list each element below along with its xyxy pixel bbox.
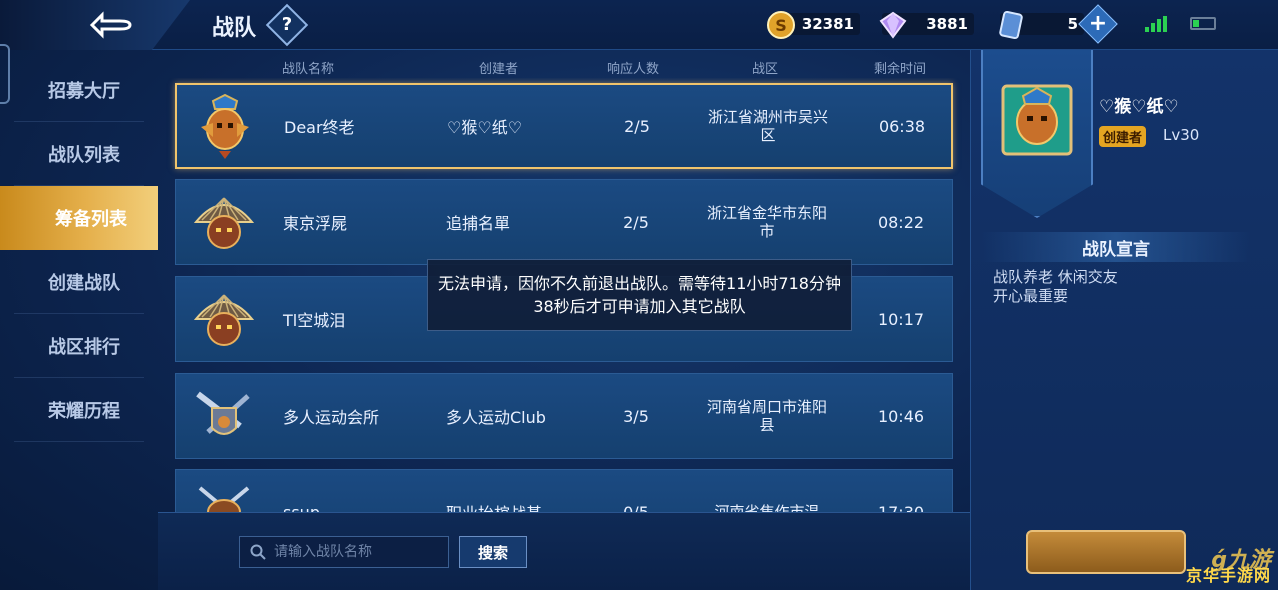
team-name: ssup [283,502,320,513]
team-region: 浙江省金华市东阳市 [706,204,827,240]
crossed-swords-emblem-icon [198,486,250,512]
team-name: 多人运动会所 [283,408,380,427]
table-header: 战队名称 创建者 响应人数 战区 剩余时间 [175,56,953,78]
column-header-time: 剩余时间 [874,62,927,77]
error-toast: 无法申请，因你不久前退出战队。需等待11小时718分钟38秒后才可申请加入其它战… [427,259,852,331]
creator-badge: 创建者 [1099,126,1147,147]
team-remaining-time: 06:38 [878,116,926,136]
declaration-title: 战队宣言 [981,232,1251,262]
battery-icon [1190,17,1216,30]
column-header-creator: 创建者 [479,62,519,77]
fan-helmet-emblem-icon [193,294,255,346]
top-bar: 战队 ? S 32381 3881 5 + [0,0,1278,50]
column-header-region: 战区 [752,62,779,77]
team-creator: 多人运动Club [446,408,546,427]
help-label: ? [281,14,293,35]
sword-shield-emblem-icon [196,391,250,435]
leader-name: ♡猴♡纸♡ [1099,97,1179,117]
back-arrow-icon [89,11,132,39]
help-button[interactable]: ? [265,3,309,47]
search-icon [250,544,266,560]
team-creator: 职业抬棺战基 [446,470,576,512]
apply-button[interactable] [1026,530,1186,574]
team-remaining-time: 17:30 [877,502,925,513]
team-response-count: 2/5 [624,116,650,136]
table-row[interactable]: Dear终老 ♡猴♡纸♡ 2/5 浙江省湖州市吴兴区 06:38 [175,83,953,169]
team-emblem-icon [1001,84,1073,156]
team-detail-panel: ♡猴♡纸♡ 创建者 Lv30 战队宣言 战队养老 休闲交友 开心最重要 [970,50,1278,590]
leader-level: Lv30 [1163,126,1200,144]
team-remaining-time: 08:22 [877,212,925,232]
team-response-count: 0/5 [623,502,649,513]
ticket-card-icon [999,10,1023,40]
search-button[interactable]: 搜索 [459,536,527,568]
diamond-icon [879,11,907,39]
page-title: 战队 [212,16,257,41]
search-bar: 搜索 [158,512,970,590]
team-name: Tl空城泪 [283,311,346,330]
team-remaining-time: 10:17 [877,309,925,329]
crowned-mask-emblem-icon [201,93,249,159]
team-response-count: 2/5 [623,212,649,232]
table-row[interactable]: 多人运动会所 多人运动Club 3/5 河南省周口市淮阳县 10:46 [175,373,953,459]
team-region: 河南省焦作市温 [714,503,820,512]
sidebar-item-create-team[interactable]: 创建战队 [14,250,144,314]
table-row[interactable]: 東京浮屍 追捕名單 2/5 浙江省金华市东阳市 08:22 [175,179,953,265]
team-remaining-time: 10:46 [877,406,925,426]
team-name: 東京浮屍 [283,214,348,233]
sidebar: 招募大厅 战队列表 筹备列表 创建战队 战区排行 荣耀历程 [0,58,158,478]
sidebar-item-recruit-hall[interactable]: 招募大厅 [14,58,144,122]
signal-icon [1145,16,1167,32]
sidebar-item-zone-ranking[interactable]: 战区排行 [14,314,144,378]
column-header-name: 战队名称 [282,62,335,77]
ticket-counter: 5 [999,10,1084,40]
add-currency-button[interactable]: + [1078,4,1118,44]
gem-counter: 3881 [879,10,974,39]
sidebar-item-team-list[interactable]: 战队列表 [14,122,144,186]
search-input[interactable] [274,544,444,560]
search-field[interactable] [239,536,449,568]
fan-helmet-emblem-icon [193,197,255,249]
table-row[interactable]: ssup 职业抬棺战基 0/5 河南省焦作市温 17:30 [175,469,953,512]
plus-icon: + [1088,11,1108,36]
svg-text:S: S [775,16,787,35]
sidebar-item-glory-history[interactable]: 荣耀历程 [14,378,144,442]
gold-counter: S 32381 [767,10,860,39]
column-header-count: 响应人数 [607,62,660,77]
team-region: 河南省周口市淮阳县 [706,398,827,434]
team-region: 浙江省湖州市吴兴区 [707,108,828,144]
team-name: Dear终老 [284,118,355,137]
watermark-text: 京华手游网 [1185,566,1271,585]
team-creator: 追捕名單 [446,214,511,233]
team-response-count: 3/5 [623,406,649,426]
back-button[interactable] [0,0,190,50]
watermark: ǵ九游 京华手游网 [1165,542,1277,588]
gold-coin-icon: S [767,11,795,39]
declaration-text: 战队养老 休闲交友 开心最重要 [993,268,1118,305]
team-creator: ♡猴♡纸♡ [447,118,523,137]
sidebar-item-prep-list[interactable]: 筹备列表 [0,186,158,250]
